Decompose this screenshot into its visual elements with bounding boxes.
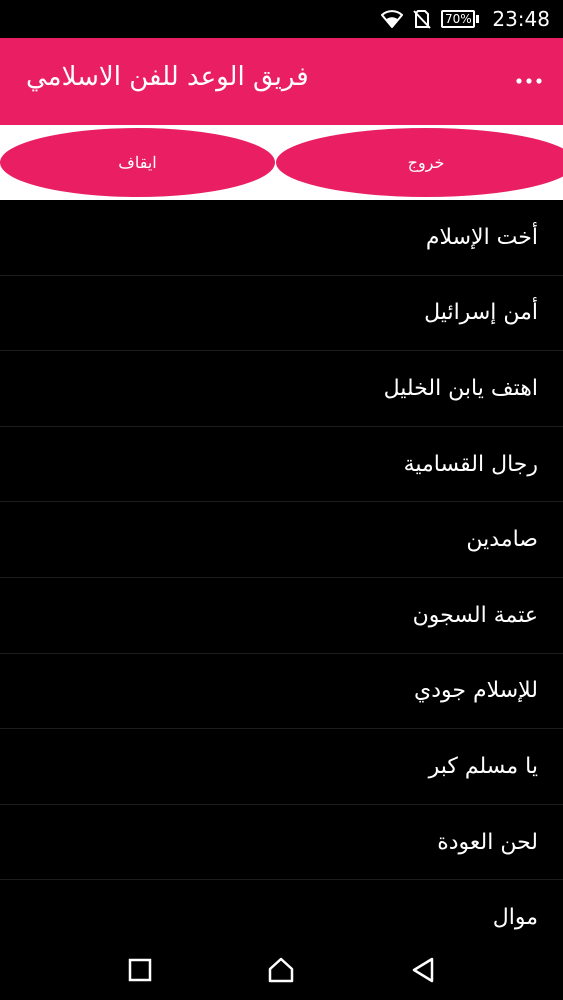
back-icon[interactable] — [407, 954, 439, 986]
list-item[interactable]: صامدين — [0, 502, 563, 578]
recent-apps-icon[interactable] — [124, 954, 156, 986]
stop-button[interactable]: ايقاف — [0, 128, 275, 197]
no-sim-icon — [412, 9, 432, 29]
app-title: فريق الوعد للفن الاسلامي — [26, 62, 309, 92]
song-label: اهتف يابن الخليل — [383, 375, 538, 401]
song-label: يا مسلم كبر — [428, 753, 538, 779]
list-item[interactable]: أخت الإسلام — [0, 200, 563, 276]
song-label: عتمة السجون — [412, 602, 538, 628]
status-bar: 70% 23:48 — [0, 0, 563, 38]
exit-button[interactable]: خروج — [276, 128, 563, 197]
song-list[interactable]: أخت الإسلام أمن إسرائيل اهتف يابن الخليل… — [0, 200, 563, 940]
list-item[interactable]: اهتف يابن الخليل — [0, 351, 563, 427]
overflow-menu-icon[interactable] — [515, 66, 543, 96]
wifi-icon — [381, 10, 404, 28]
song-label: للإسلام جودي — [414, 678, 538, 704]
list-item[interactable]: لحن العودة — [0, 805, 563, 881]
battery-icon: 70% — [441, 10, 480, 28]
clock: 23:48 — [492, 7, 550, 31]
battery-percent: 70% — [441, 10, 476, 28]
list-item[interactable]: للإسلام جودي — [0, 654, 563, 730]
list-item[interactable]: أمن إسرائيل — [0, 276, 563, 352]
home-icon[interactable] — [265, 954, 297, 986]
song-label: موال — [492, 905, 538, 931]
navigation-bar — [0, 940, 563, 1000]
list-item[interactable]: موال — [0, 880, 563, 940]
song-label: أخت الإسلام — [425, 224, 538, 250]
app-bar: فريق الوعد للفن الاسلامي — [0, 38, 563, 125]
controls-bar: ايقاف خروج — [0, 125, 563, 200]
song-label: أمن إسرائيل — [424, 300, 538, 326]
song-label: صامدين — [466, 527, 538, 553]
list-item[interactable]: عتمة السجون — [0, 578, 563, 654]
list-item[interactable]: يا مسلم كبر — [0, 729, 563, 805]
song-label: رجال القسامية — [403, 451, 538, 477]
song-label: لحن العودة — [437, 829, 538, 855]
list-item[interactable]: رجال القسامية — [0, 427, 563, 503]
